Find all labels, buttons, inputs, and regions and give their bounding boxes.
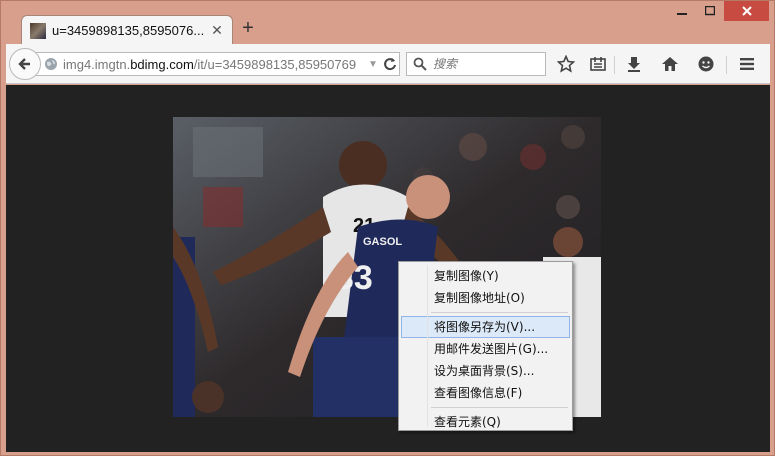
menu-separator <box>431 312 568 313</box>
search-input[interactable] <box>433 57 545 71</box>
download-icon[interactable] <box>624 54 644 74</box>
close-icon <box>741 6 752 16</box>
minimize-icon <box>677 13 687 15</box>
navigation-toolbar: img4.imgtn.bdimg.com/it/u=3459898135,859… <box>6 44 770 84</box>
search-icon <box>413 57 427 71</box>
close-window-button[interactable] <box>724 1 769 21</box>
context-menu-gutter <box>427 265 428 427</box>
reload-icon[interactable] <box>381 55 399 73</box>
new-tab-button[interactable]: + <box>238 18 258 39</box>
back-arrow-icon <box>18 58 30 70</box>
tab-close-icon[interactable]: ✕ <box>210 22 224 38</box>
dropdown-icon[interactable]: ▼ <box>365 59 381 70</box>
tab-favicon-icon <box>30 22 46 39</box>
toolbar-separator <box>726 56 727 74</box>
tab-active[interactable]: u=3459898135,8595076... ✕ <box>21 15 233 45</box>
menu-separator <box>431 407 568 408</box>
page-content: 21 33 GASOL <box>6 85 770 452</box>
maximize-icon <box>705 6 715 16</box>
tab-title: u=3459898135,8595076... <box>52 23 205 38</box>
search-bar[interactable] <box>406 52 546 76</box>
home-icon[interactable] <box>660 54 680 74</box>
bookmark-star-icon[interactable] <box>556 54 576 74</box>
window-controls <box>668 1 769 21</box>
context-menu: 复制图像(Y) 复制图像地址(O) 将图像另存为(V)... 用邮件发送图片(G… <box>398 261 573 431</box>
url-text: img4.imgtn.bdimg.com/it/u=3459898135,859… <box>63 56 357 72</box>
emoji-icon[interactable] <box>696 54 716 74</box>
browser-window: u=3459898135,8595076... ✕ + img4.imgtn.b… <box>0 0 775 456</box>
minimize-button[interactable] <box>668 1 696 21</box>
jersey-name: GASOL <box>363 236 402 248</box>
back-button[interactable] <box>9 48 41 80</box>
maximize-button[interactable] <box>696 1 724 21</box>
toolbar-separator <box>614 56 615 74</box>
hamburger-menu-icon[interactable] <box>737 54 757 74</box>
url-bar[interactable]: img4.imgtn.bdimg.com/it/u=3459898135,859… <box>28 52 400 76</box>
globe-icon <box>45 58 57 70</box>
reading-list-icon[interactable] <box>588 54 608 74</box>
